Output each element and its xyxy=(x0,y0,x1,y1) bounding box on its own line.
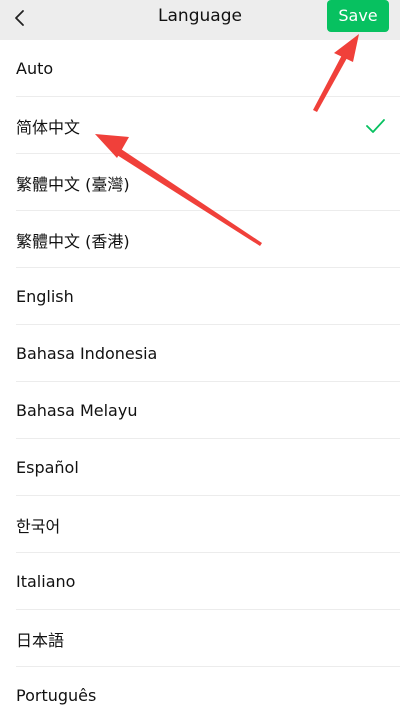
language-label: Português xyxy=(16,686,97,705)
language-label: 繁體中文 (臺灣) xyxy=(16,174,130,194)
language-item-traditional-chinese-taiwan[interactable]: 繁體中文 (臺灣) xyxy=(0,154,400,211)
language-label: 한국어 xyxy=(16,516,61,536)
language-item-bahasa-indonesia[interactable]: Bahasa Indonesia xyxy=(0,325,400,382)
language-label: Bahasa Indonesia xyxy=(16,344,158,363)
language-label: Español xyxy=(16,458,79,477)
language-item-espanol[interactable]: Español xyxy=(0,439,400,496)
language-label: Bahasa Melayu xyxy=(16,401,138,420)
language-item-portugues[interactable]: Português xyxy=(0,667,400,724)
language-item-korean[interactable]: 한국어 xyxy=(0,496,400,553)
save-button[interactable]: Save xyxy=(327,0,389,32)
language-list: Auto 简体中文 繁體中文 (臺灣) 繁體中文 (香港) English Ba… xyxy=(0,40,400,724)
language-label: English xyxy=(16,287,74,306)
language-label: 繁體中文 (香港) xyxy=(16,231,130,251)
language-item-traditional-chinese-hongkong[interactable]: 繁體中文 (香港) xyxy=(0,211,400,268)
language-item-english[interactable]: English xyxy=(0,268,400,325)
language-label: 日本語 xyxy=(16,630,65,650)
language-label: 简体中文 xyxy=(16,117,81,137)
language-item-italiano[interactable]: Italiano xyxy=(0,553,400,610)
checkmark-icon xyxy=(366,118,385,133)
language-item-simplified-chinese[interactable]: 简体中文 xyxy=(0,97,400,154)
language-label: Auto xyxy=(16,59,54,78)
language-item-auto[interactable]: Auto xyxy=(0,40,400,97)
nav-bar: Language Save xyxy=(0,0,400,40)
language-label: Italiano xyxy=(16,572,76,591)
language-item-bahasa-melayu[interactable]: Bahasa Melayu xyxy=(0,382,400,439)
language-item-japanese[interactable]: 日本語 xyxy=(0,610,400,667)
